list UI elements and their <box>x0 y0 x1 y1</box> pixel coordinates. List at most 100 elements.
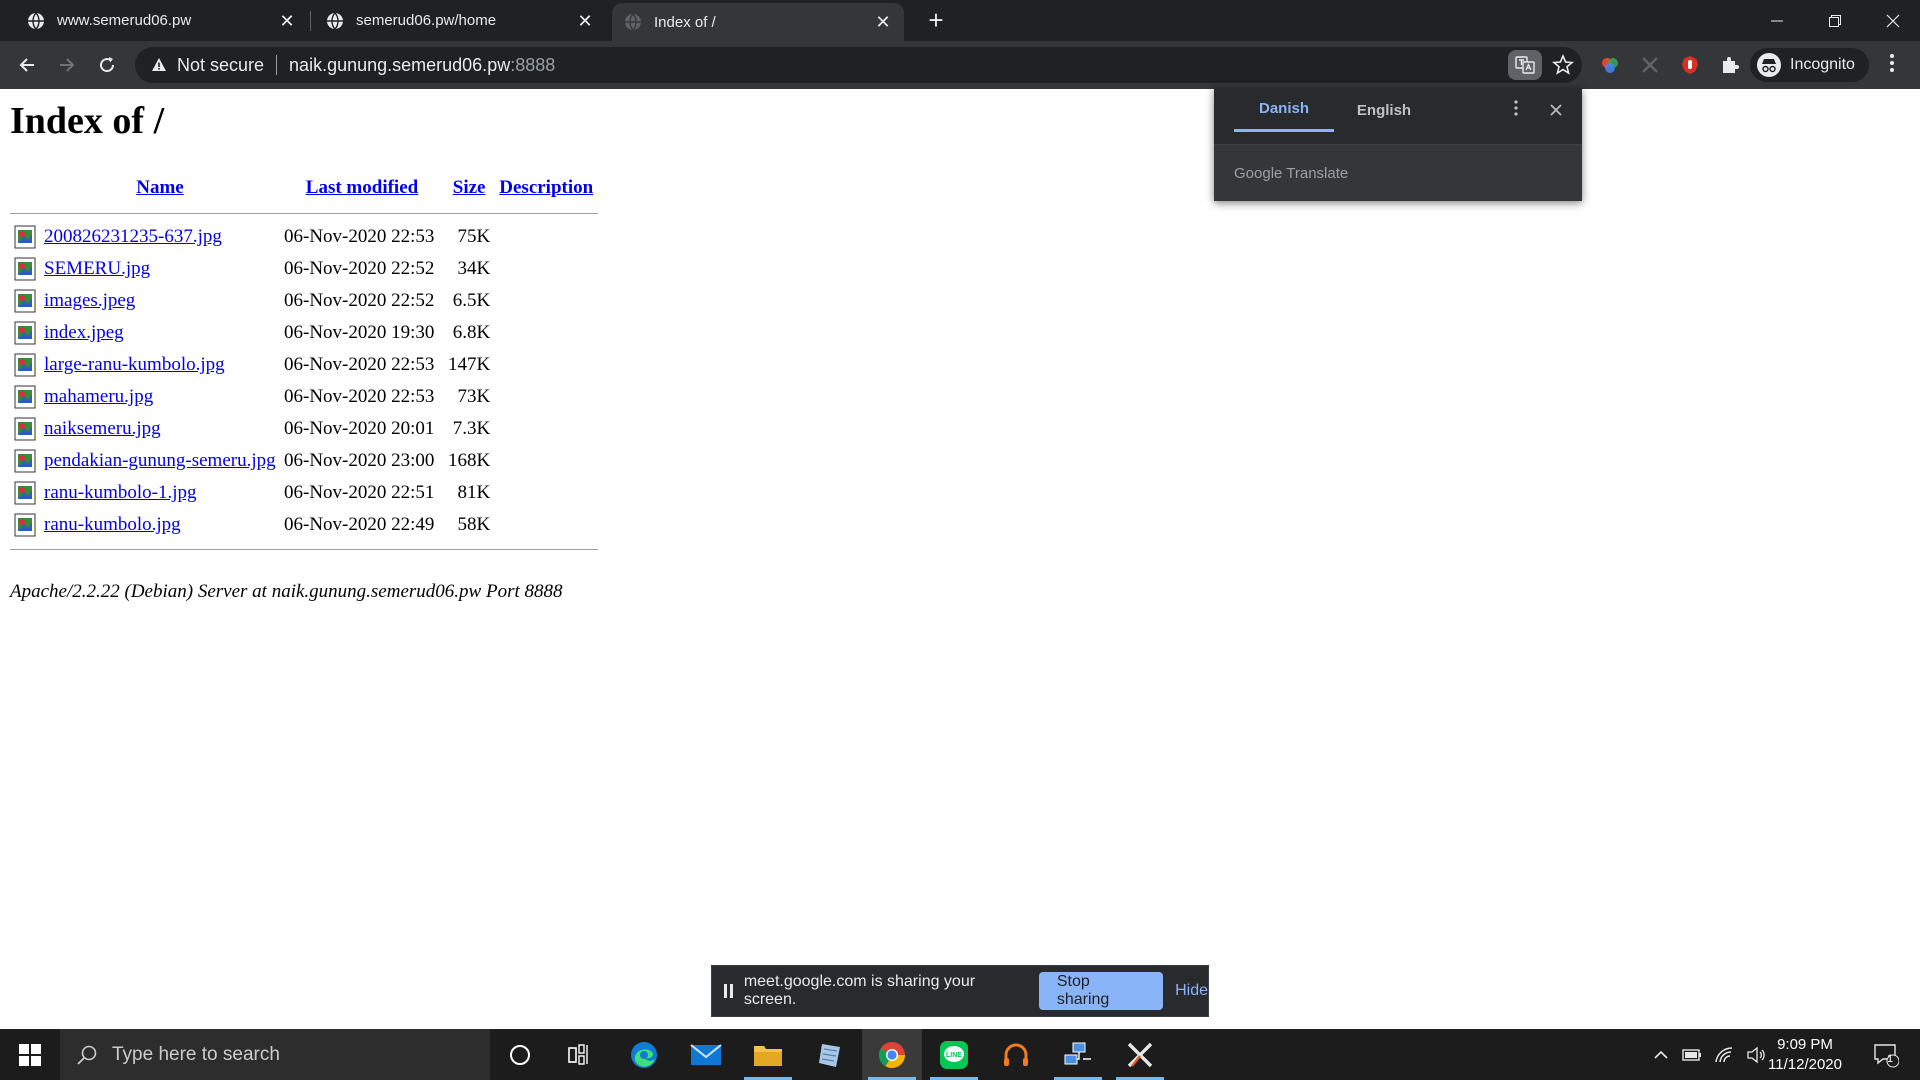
icon-column-header <box>10 177 40 205</box>
sort-by-name-link[interactable]: Name <box>136 177 183 198</box>
start-button[interactable] <box>0 1029 60 1080</box>
hide-sharing-bar-button[interactable]: Hide <box>1175 982 1208 1000</box>
tab-www-semerud06[interactable]: www.semerud06.pw ✕ <box>0 0 308 41</box>
file-link[interactable]: mahameru.jpg <box>44 386 153 407</box>
tab-target-language[interactable]: English <box>1334 88 1434 132</box>
file-link[interactable]: SEMERU.jpg <box>44 258 150 279</box>
sort-by-size-link[interactable]: Size <box>453 177 486 198</box>
stop-hand-extension-button[interactable] <box>1678 53 1702 77</box>
tab-index-of[interactable]: Index of / ✕ <box>612 3 904 41</box>
warning-icon <box>152 58 166 71</box>
file-description-cell <box>494 317 598 349</box>
translate-options-button[interactable] <box>1504 98 1528 122</box>
image-file-icon <box>14 353 36 377</box>
file-size-cell: 75K <box>457 226 491 247</box>
translate-button[interactable] <box>1508 50 1542 80</box>
close-icon[interactable]: ✕ <box>278 12 296 30</box>
x-app-icon <box>1127 1042 1153 1067</box>
file-description-cell <box>494 253 598 285</box>
omnibox-divider <box>276 55 278 75</box>
sort-by-last-modified-link[interactable]: Last modified <box>306 177 418 198</box>
reload-button[interactable] <box>91 49 123 81</box>
file-name-cell: ranu-kumbolo-1.jpg <box>40 477 280 509</box>
taskbar-app-edge[interactable] <box>614 1029 674 1080</box>
server-signature: Apache/2.2.22 (Debian) Server at naik.gu… <box>10 581 563 602</box>
stop-sharing-button[interactable]: Stop sharing <box>1038 972 1164 1010</box>
taskbar-app-x[interactable] <box>1110 1029 1170 1080</box>
footer-rule <box>10 541 599 557</box>
star-icon[interactable] <box>1552 54 1574 76</box>
file-icon-cell <box>10 477 40 509</box>
reload-icon <box>100 57 115 73</box>
close-icon[interactable]: ✕ <box>874 13 892 31</box>
translate-popup: Danish English Google Translate <box>1214 88 1582 201</box>
file-link[interactable]: ranu-kumbolo.jpg <box>44 514 181 535</box>
new-tab-button[interactable]: + <box>922 6 950 34</box>
taskbar-search-box[interactable]: Type here to search <box>60 1029 490 1080</box>
color-extension-button[interactable] <box>1598 53 1622 77</box>
taskbar-app-mail[interactable] <box>676 1029 736 1080</box>
browser-menu-button[interactable] <box>1880 53 1904 77</box>
extensions-button[interactable] <box>1718 53 1742 77</box>
x-extension-button[interactable] <box>1638 53 1662 77</box>
file-link[interactable]: ranu-kumbolo-1.jpg <box>44 482 197 503</box>
taskbar-clock[interactable]: 9:09 PM 11/12/2020 <box>1760 1035 1850 1075</box>
file-link[interactable]: index.jpeg <box>44 322 124 343</box>
taskbar-app-headphones[interactable] <box>986 1029 1046 1080</box>
close-icon <box>1886 14 1900 27</box>
file-link[interactable]: pendakian-gunung-semeru.jpg <box>44 450 276 471</box>
incognito-icon <box>1757 53 1781 77</box>
minimize-button[interactable] <box>1748 0 1806 41</box>
description-column-header: Description <box>494 177 598 205</box>
close-icon[interactable]: ✕ <box>576 12 594 30</box>
windows-taskbar: Type here to search LINE 9:09 PM 11/12/2… <box>0 1029 1920 1080</box>
file-modified-cell: 06-Nov-2020 22:52 <box>284 290 435 311</box>
taskbar-app-chrome[interactable] <box>862 1029 922 1080</box>
back-button[interactable] <box>11 49 43 81</box>
pause-icon <box>724 984 734 998</box>
file-link[interactable]: naiksemeru.jpg <box>44 418 161 439</box>
restore-button[interactable] <box>1806 0 1864 41</box>
task-view-button[interactable] <box>550 1029 610 1080</box>
tab-semerud06-home[interactable]: semerud06.pw/home ✕ <box>314 0 606 41</box>
taskbar-app-file-explorer[interactable] <box>738 1029 798 1080</box>
forward-button[interactable] <box>51 49 83 81</box>
file-description-cell <box>494 413 598 445</box>
file-size-cell: 168K <box>448 450 491 471</box>
taskbar-app-line[interactable]: LINE <box>924 1029 984 1080</box>
battery-icon[interactable] <box>1682 1046 1702 1064</box>
translate-close-button[interactable] <box>1544 98 1568 122</box>
sort-by-description-link[interactable]: Description <box>499 177 593 198</box>
file-description-cell <box>494 381 598 413</box>
image-file-icon <box>14 257 36 281</box>
puzzle-icon <box>1723 57 1739 73</box>
taskbar-app-network[interactable] <box>1048 1029 1108 1080</box>
file-icon-cell <box>10 349 40 381</box>
file-row: ranu-kumbolo-1.jpg 06-Nov-2020 22:51 81K <box>10 477 598 509</box>
window-close-button[interactable] <box>1864 0 1920 41</box>
chevron-up-icon[interactable] <box>1652 1046 1670 1064</box>
action-center-button[interactable]: 1 <box>1866 1029 1906 1080</box>
search-placeholder: Type here to search <box>112 1043 280 1065</box>
tab-source-language[interactable]: Danish <box>1234 88 1334 132</box>
image-file-icon <box>14 385 36 409</box>
cortana-button[interactable] <box>490 1029 550 1080</box>
incognito-profile-button[interactable]: Incognito <box>1750 48 1869 82</box>
file-link[interactable]: large-ranu-kumbolo.jpg <box>44 354 225 375</box>
page-title: Index of / <box>10 100 165 142</box>
listing-header-row: Name Last modified Size Description <box>10 177 598 205</box>
file-icon-cell <box>10 413 40 445</box>
file-size-cell: 34K <box>457 258 491 279</box>
web-page: Index of / Name Last modified Size Descr… <box>0 89 1920 1029</box>
file-description-cell <box>494 509 598 541</box>
file-link[interactable]: images.jpeg <box>44 290 135 311</box>
address-bar[interactable]: Not secure naik.gunung.semerud06.pw :888… <box>135 47 1582 83</box>
file-name-cell: naiksemeru.jpg <box>40 413 280 445</box>
wifi-icon[interactable] <box>1714 1046 1734 1064</box>
clock-date: 11/12/2020 <box>1768 1056 1842 1073</box>
file-icon-cell <box>10 285 40 317</box>
file-size-cell: 81K <box>457 482 491 503</box>
not-secure-label[interactable]: Not secure <box>177 55 264 76</box>
taskbar-app-notes[interactable] <box>800 1029 860 1080</box>
file-link[interactable]: 200826231235-637.jpg <box>44 226 222 247</box>
